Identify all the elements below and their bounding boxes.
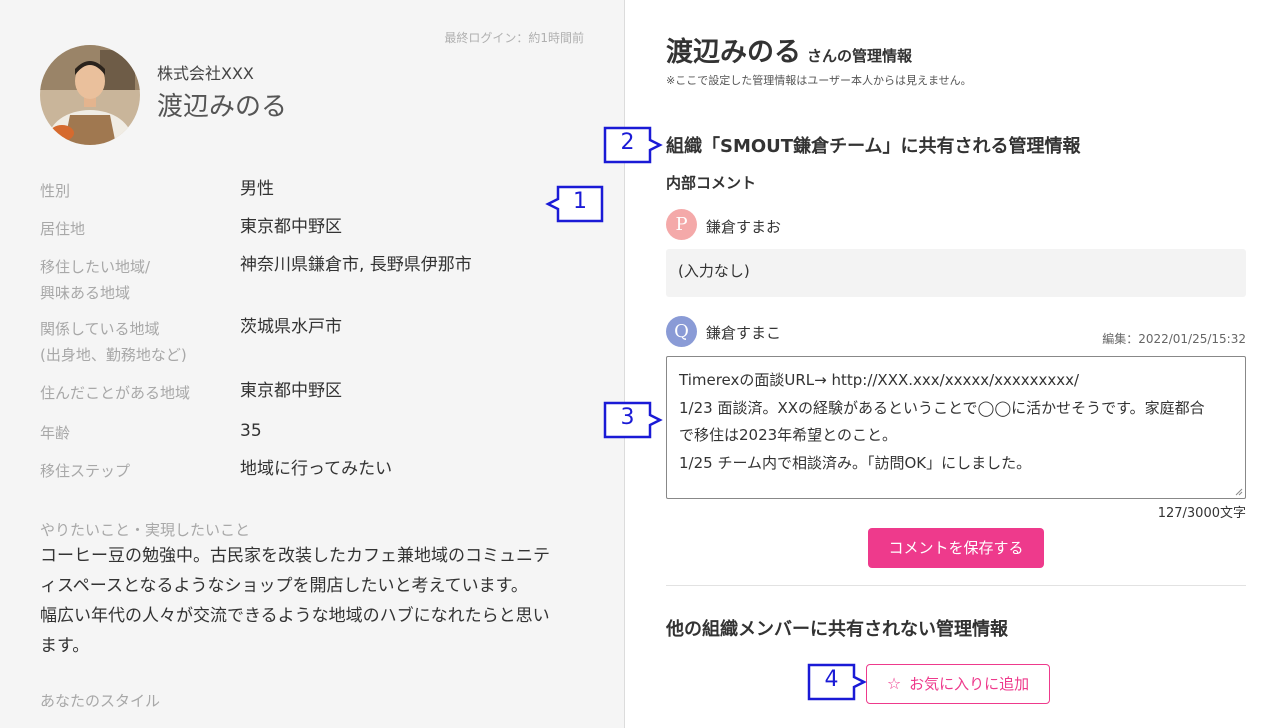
- shared-info-heading: 組織「SMOUT鎌倉チーム」に共有される管理情報: [666, 136, 1081, 157]
- goals-label: やりたいこと・実現したいこと: [40, 521, 251, 539]
- admin-title: 渡辺みのる さんの管理情報: [666, 30, 912, 69]
- callout-marker-4: 4: [807, 663, 867, 701]
- field-value: 神奈川県鎌倉市, 長野県伊那市: [240, 255, 472, 275]
- field-label: 性別: [40, 182, 71, 200]
- admin-note: ※ここで設定した管理情報はユーザー本人からは見えません。: [666, 74, 972, 87]
- add-favorite-label: お気に入りに追加: [909, 675, 1030, 693]
- goals-text: コーヒー豆の勉強中。古民家を改装したカフェ兼地域のコミュニテ ィスペースとなるよ…: [40, 541, 595, 661]
- divider: [666, 585, 1246, 586]
- edit-timestamp: 編集：2022/01/25/15:32: [1102, 332, 1246, 346]
- callout-marker-1: 1: [545, 185, 605, 223]
- user-name: 渡辺みのる: [157, 92, 288, 122]
- commenter-avatar: Q: [666, 316, 697, 347]
- field-label: 関係している地域 (出身地、勤務地など): [40, 316, 220, 368]
- admin-title-name: 渡辺みのる: [666, 37, 801, 68]
- user-profile-panel: 最終ログイン：約1時間前 株式会社XXX 渡辺みのる 性別 男性 居住地 東京都…: [0, 0, 625, 728]
- avatar: [40, 45, 140, 145]
- resize-handle-icon[interactable]: [1235, 488, 1243, 496]
- field-value: 男性: [240, 179, 274, 199]
- commenter-name: 鎌倉すまこ: [706, 324, 782, 342]
- comment-line: Timerexの面談URL→ http://XXX.xxx/xxxxx/xxxx…: [679, 371, 1080, 389]
- field-label: 移住ステップ: [40, 462, 131, 480]
- field-label-line2: 興味ある地域: [40, 284, 131, 302]
- company-name: 株式会社XXX: [157, 64, 254, 83]
- comment-line: 1/23 面談済。XXの経験があるということで◯◯に活かせそうです。家庭都合: [679, 398, 1205, 417]
- comment-line: で移住は2023年希望とのこと。: [679, 426, 898, 444]
- field-label-line1: 移住したい地域/: [40, 258, 151, 276]
- callout-number: 3: [620, 405, 635, 430]
- char-count: 127/3000文字: [1157, 506, 1246, 521]
- commenter-avatar: P: [666, 209, 697, 240]
- field-value: 東京都中野区: [240, 381, 342, 401]
- star-icon: ☆: [886, 674, 902, 693]
- field-label: 年齢: [40, 424, 71, 442]
- commenter-name: 鎌倉すまお: [706, 218, 782, 236]
- goals-line: ます。: [40, 636, 90, 656]
- callout-marker-2: 2: [603, 126, 663, 164]
- style-label: あなたのスタイル: [40, 692, 161, 710]
- field-label: 居住地: [40, 220, 86, 238]
- callout-number: 4: [824, 667, 839, 692]
- goals-line: 幅広い年代の人々が交流できるような地域のハブになれたらと思い: [40, 606, 550, 626]
- goals-line: コーヒー豆の勉強中。古民家を改装したカフェ兼地域のコミュニテ: [40, 546, 550, 566]
- comment-readonly: (入力なし): [666, 249, 1246, 297]
- admin-title-suffix: さんの管理情報: [807, 47, 913, 65]
- private-info-heading: 他の組織メンバーに共有されない管理情報: [666, 619, 1008, 640]
- callout-number: 2: [620, 130, 635, 155]
- field-label-line2: (出身地、勤務地など): [40, 346, 187, 364]
- comment-textarea[interactable]: Timerexの面談URL→ http://XXX.xxx/xxxxx/xxxx…: [666, 356, 1246, 499]
- callout-marker-3: 3: [603, 401, 663, 439]
- field-label: 移住したい地域/ 興味ある地域: [40, 254, 220, 306]
- field-value: 茨城県水戸市: [240, 317, 342, 337]
- callout-number: 1: [573, 189, 587, 214]
- add-favorite-button[interactable]: ☆ お気に入りに追加: [866, 664, 1050, 704]
- field-value: 地域に行ってみたい: [240, 459, 393, 479]
- field-label-line1: 関係している地域: [40, 320, 160, 338]
- admin-info-panel: 渡辺みのる さんの管理情報 ※ここで設定した管理情報はユーザー本人からは見えません…: [626, 0, 1280, 728]
- comment-line: 1/25 チーム内で相談済み。「訪問OK」にしました。: [679, 453, 1032, 472]
- field-value: 35: [240, 421, 262, 441]
- field-label: 住んだことがある地域: [40, 384, 191, 402]
- field-value: 東京都中野区: [240, 217, 342, 237]
- save-comment-button[interactable]: コメントを保存する: [868, 528, 1044, 568]
- goals-line: ィスペースとなるようなショップを開店したいと考えています。: [40, 576, 528, 596]
- last-login: 最終ログイン：約1時間前: [444, 31, 584, 45]
- internal-comment-label: 内部コメント: [666, 174, 757, 192]
